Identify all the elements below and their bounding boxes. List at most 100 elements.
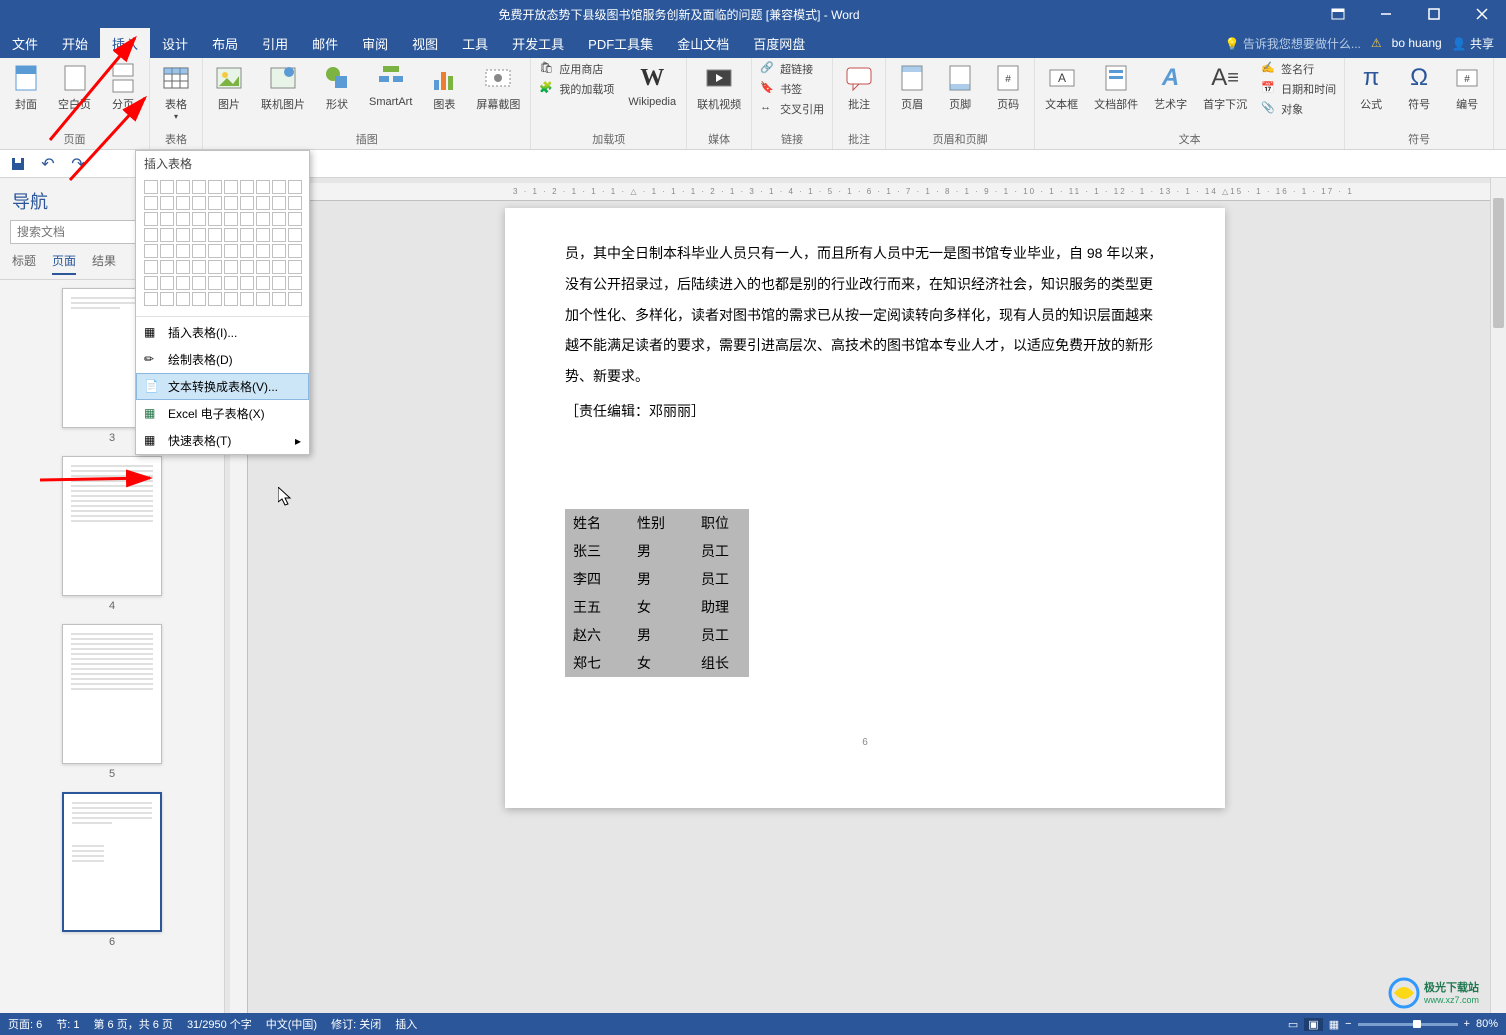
- symbol-button[interactable]: Ω符号: [1397, 60, 1441, 114]
- share-button[interactable]: 👤 共享: [1452, 35, 1494, 52]
- grid-cell[interactable]: [240, 244, 254, 258]
- status-track[interactable]: 修订: 关闭: [331, 1016, 381, 1032]
- cover-page-button[interactable]: 封面: [4, 60, 48, 114]
- tab-mailings[interactable]: 邮件: [300, 28, 350, 58]
- grid-cell[interactable]: [144, 276, 158, 290]
- grid-cell[interactable]: [160, 292, 174, 306]
- pagenum-button[interactable]: #页码: [986, 60, 1030, 114]
- status-page[interactable]: 页面: 6: [8, 1016, 42, 1032]
- grid-cell[interactable]: [240, 212, 254, 226]
- tell-me-search[interactable]: 💡 告诉我您想要做什么...: [1225, 35, 1361, 52]
- grid-cell[interactable]: [208, 180, 222, 194]
- grid-cell[interactable]: [176, 260, 190, 274]
- grid-cell[interactable]: [176, 276, 190, 290]
- zoom-in-button[interactable]: +: [1464, 1018, 1470, 1030]
- grid-cell[interactable]: [272, 212, 286, 226]
- page-break-button[interactable]: 分页: [101, 60, 145, 114]
- grid-cell[interactable]: [256, 260, 270, 274]
- grid-cell[interactable]: [176, 212, 190, 226]
- grid-cell[interactable]: [176, 196, 190, 210]
- grid-cell[interactable]: [272, 276, 286, 290]
- grid-cell[interactable]: [208, 260, 222, 274]
- grid-cell[interactable]: [256, 196, 270, 210]
- tab-developer[interactable]: 开发工具: [500, 28, 576, 58]
- table-grid-picker[interactable]: [136, 176, 309, 314]
- grid-cell[interactable]: [224, 180, 238, 194]
- grid-cell[interactable]: [176, 292, 190, 306]
- status-language[interactable]: 中文(中国): [266, 1016, 317, 1032]
- tab-baidu[interactable]: 百度网盘: [741, 28, 817, 58]
- object-button[interactable]: 📎对象: [1257, 100, 1340, 118]
- grid-cell[interactable]: [208, 196, 222, 210]
- smartart-button[interactable]: SmartArt: [363, 60, 418, 110]
- thumbnail[interactable]: 4: [62, 456, 162, 612]
- grid-cell[interactable]: [144, 260, 158, 274]
- signature-line-button[interactable]: ✍签名行: [1257, 60, 1340, 78]
- grid-cell[interactable]: [192, 292, 206, 306]
- table-button[interactable]: 表格▾: [154, 60, 198, 123]
- grid-cell[interactable]: [288, 180, 302, 194]
- grid-cell[interactable]: [160, 212, 174, 226]
- grid-cell[interactable]: [256, 212, 270, 226]
- grid-cell[interactable]: [144, 212, 158, 226]
- wordart-button[interactable]: A艺术字: [1148, 60, 1193, 114]
- grid-cell[interactable]: [272, 244, 286, 258]
- online-picture-button[interactable]: 联机图片: [255, 60, 311, 114]
- grid-cell[interactable]: [192, 244, 206, 258]
- grid-cell[interactable]: [208, 228, 222, 242]
- tab-review[interactable]: 审阅: [350, 28, 400, 58]
- redo-button[interactable]: ↷: [68, 154, 88, 174]
- grid-cell[interactable]: [208, 212, 222, 226]
- close-button[interactable]: [1462, 0, 1502, 28]
- tab-references[interactable]: 引用: [250, 28, 300, 58]
- document-body-text[interactable]: 员，其中全日制本科毕业人员只有一人，而且所有人员中无一是图书馆专业毕业，自 98…: [565, 238, 1165, 427]
- grid-cell[interactable]: [160, 244, 174, 258]
- comment-button[interactable]: 批注: [837, 60, 881, 114]
- blank-page-button[interactable]: 空白页: [52, 60, 97, 114]
- grid-cell[interactable]: [224, 196, 238, 210]
- crossref-button[interactable]: ↔交叉引用: [756, 100, 828, 118]
- bookmark-button[interactable]: 🔖书签: [756, 80, 828, 98]
- grid-cell[interactable]: [256, 292, 270, 306]
- status-insert[interactable]: 插入: [395, 1016, 417, 1032]
- grid-cell[interactable]: [272, 196, 286, 210]
- number-button[interactable]: #编号: [1445, 60, 1489, 114]
- grid-cell[interactable]: [288, 260, 302, 274]
- convert-text-to-table-item[interactable]: 📄文本转换成表格(V)...: [136, 373, 309, 400]
- grid-cell[interactable]: [272, 260, 286, 274]
- shapes-button[interactable]: 形状: [315, 60, 359, 114]
- grid-cell[interactable]: [256, 228, 270, 242]
- thumbnail[interactable]: 6: [62, 792, 162, 948]
- nav-tab-pages[interactable]: 页面: [52, 252, 76, 275]
- user-name[interactable]: bo huang: [1392, 36, 1442, 50]
- grid-cell[interactable]: [224, 276, 238, 290]
- tab-tools[interactable]: 工具: [450, 28, 500, 58]
- wikipedia-button[interactable]: WWikipedia: [622, 60, 682, 110]
- grid-cell[interactable]: [224, 212, 238, 226]
- minimize-button[interactable]: [1366, 0, 1406, 28]
- grid-cell[interactable]: [160, 196, 174, 210]
- grid-cell[interactable]: [240, 180, 254, 194]
- tab-layout[interactable]: 布局: [200, 28, 250, 58]
- grid-cell[interactable]: [256, 276, 270, 290]
- tab-insert[interactable]: 插入: [100, 28, 150, 58]
- document-page[interactable]: 员，其中全日制本科毕业人员只有一人，而且所有人员中无一是图书馆专业毕业，自 98…: [505, 208, 1225, 808]
- grid-cell[interactable]: [240, 276, 254, 290]
- grid-cell[interactable]: [192, 260, 206, 274]
- grid-cell[interactable]: [240, 260, 254, 274]
- online-video-button[interactable]: 联机视频: [691, 60, 747, 114]
- grid-cell[interactable]: [160, 276, 174, 290]
- insert-table-item[interactable]: ▦插入表格(I)...: [136, 319, 309, 346]
- save-button[interactable]: [8, 154, 28, 174]
- grid-cell[interactable]: [192, 212, 206, 226]
- grid-cell[interactable]: [240, 292, 254, 306]
- tab-design[interactable]: 设计: [150, 28, 200, 58]
- grid-cell[interactable]: [192, 228, 206, 242]
- grid-cell[interactable]: [192, 196, 206, 210]
- grid-cell[interactable]: [240, 228, 254, 242]
- grid-cell[interactable]: [176, 228, 190, 242]
- grid-cell[interactable]: [288, 292, 302, 306]
- grid-cell[interactable]: [288, 244, 302, 258]
- grid-cell[interactable]: [256, 244, 270, 258]
- grid-cell[interactable]: [272, 292, 286, 306]
